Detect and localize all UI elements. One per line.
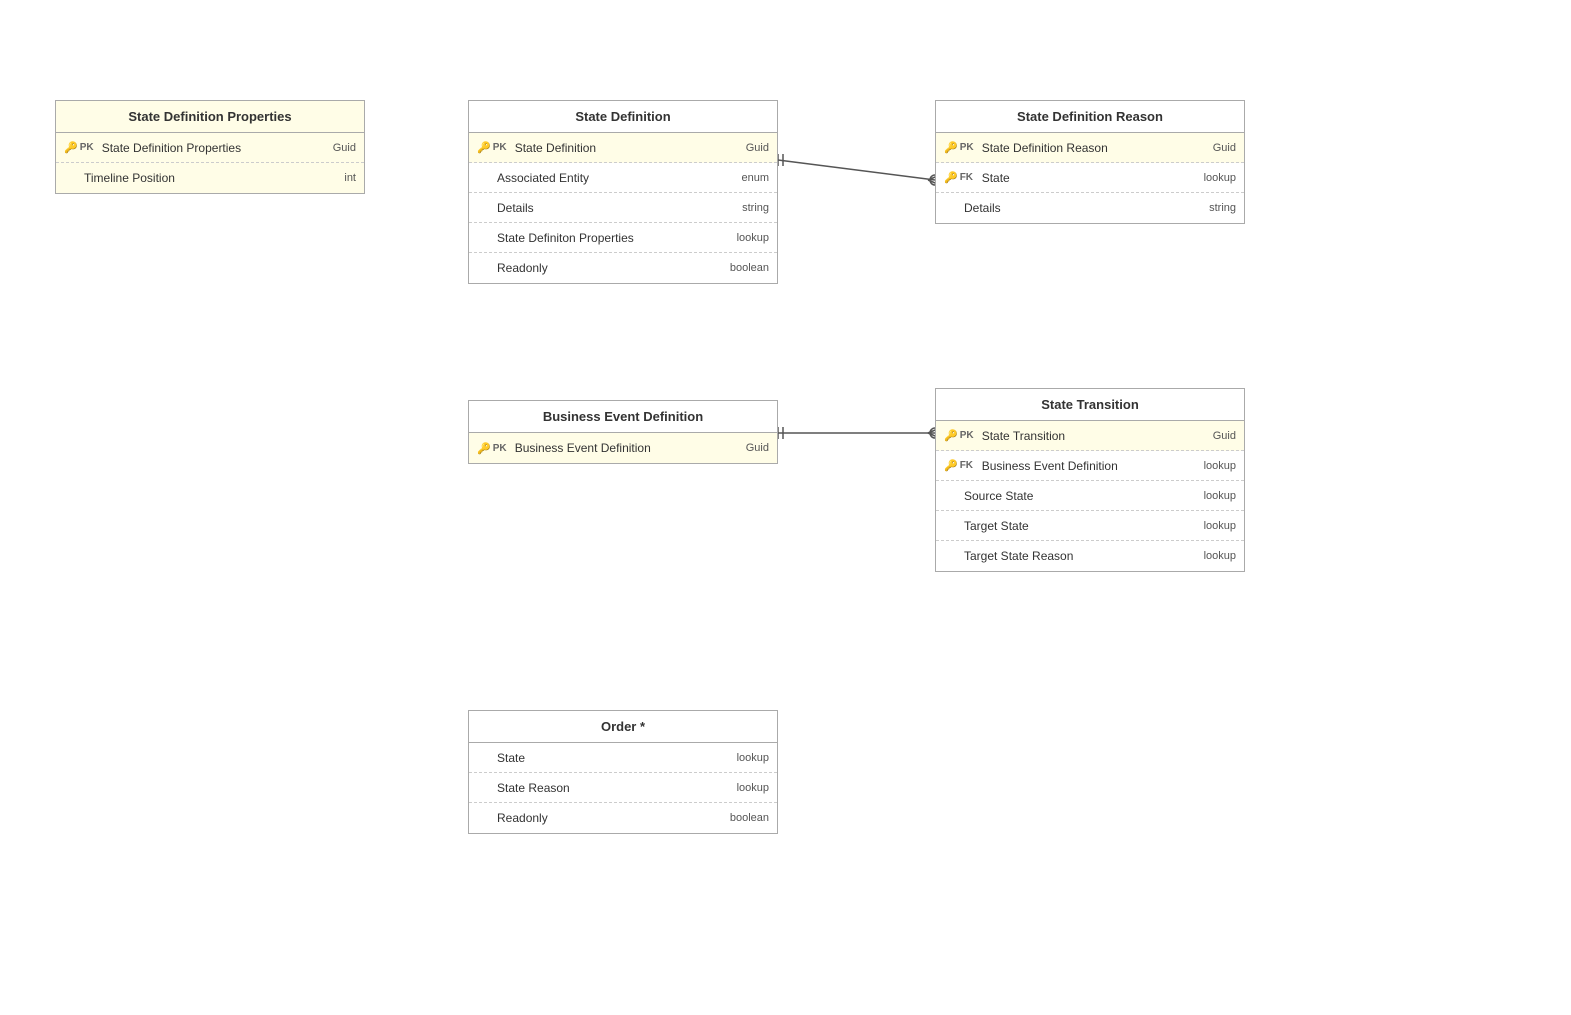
- table-row: 🔑 PK Business Event Definition Guid: [469, 433, 777, 463]
- entity-state-definition-properties: State Definition Properties 🔑 PK State D…: [55, 100, 365, 194]
- table-row: State Definiton Properties lookup: [469, 223, 777, 253]
- key-icon: 🔑: [64, 141, 78, 154]
- table-row: State lookup: [469, 743, 777, 773]
- entity-state-transition: State Transition 🔑 PK State Transition G…: [935, 388, 1245, 572]
- key-icon: 🔑: [944, 429, 958, 442]
- key-icon: 🔑: [477, 141, 491, 154]
- entity-business-event-definition: Business Event Definition 🔑 PK Business …: [468, 400, 778, 464]
- table-row: Associated Entity enum: [469, 163, 777, 193]
- entity-header-bed: Business Event Definition: [469, 401, 777, 433]
- table-row: 🔑 PK State Definition Reason Guid: [936, 133, 1244, 163]
- table-row: 🔑 PK State Definition Properties Guid: [56, 133, 364, 163]
- entity-header-sd: State Definition: [469, 101, 777, 133]
- table-row: 🔑 FK State lookup: [936, 163, 1244, 193]
- table-row: State Reason lookup: [469, 773, 777, 803]
- entity-header-sdp: State Definition Properties: [56, 101, 364, 133]
- key-icon: 🔑: [944, 141, 958, 154]
- entity-state-definition: State Definition 🔑 PK State Definition G…: [468, 100, 778, 284]
- table-row: Source State lookup: [936, 481, 1244, 511]
- table-row: 🔑 PK State Transition Guid: [936, 421, 1244, 451]
- entity-state-definition-reason: State Definition Reason 🔑 PK State Defin…: [935, 100, 1245, 224]
- table-row: Details string: [469, 193, 777, 223]
- entity-header-sdr: State Definition Reason: [936, 101, 1244, 133]
- key-icon: 🔑: [477, 442, 491, 455]
- entity-header-order: Order *: [469, 711, 777, 743]
- table-row: 🔑 PK State Definition Guid: [469, 133, 777, 163]
- key-icon: 🔑: [944, 459, 958, 472]
- table-row: Target State lookup: [936, 511, 1244, 541]
- diagram-canvas: State Definition Properties 🔑 PK State D…: [0, 0, 1571, 1015]
- entity-header-st: State Transition: [936, 389, 1244, 421]
- table-row: Readonly boolean: [469, 253, 777, 283]
- key-icon: 🔑: [944, 171, 958, 184]
- table-row: Target State Reason lookup: [936, 541, 1244, 571]
- entity-order: Order * State lookup State Reason lookup…: [468, 710, 778, 834]
- table-row: Readonly boolean: [469, 803, 777, 833]
- table-row: Details string: [936, 193, 1244, 223]
- table-row: 🔑 FK Business Event Definition lookup: [936, 451, 1244, 481]
- table-row: Timeline Position int: [56, 163, 364, 193]
